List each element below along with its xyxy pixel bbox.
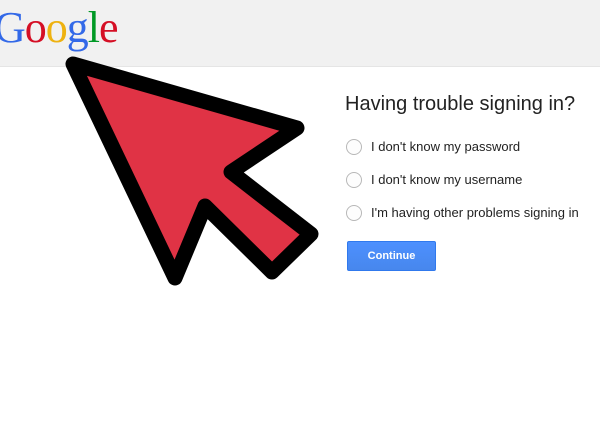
option-forgot-password[interactable]: I don't know my password bbox=[345, 130, 600, 163]
logo-letter: l bbox=[87, 3, 100, 52]
option-label: I'm having other problems signing in bbox=[371, 205, 579, 220]
radio-button[interactable] bbox=[346, 138, 362, 155]
logo-letter: e bbox=[99, 3, 119, 52]
continue-button[interactable]: Continue bbox=[347, 241, 436, 271]
google-logo[interactable]: Google bbox=[0, 0, 119, 56]
logo-letter: o bbox=[45, 3, 68, 52]
option-other-problems[interactable]: I'm having other problems signing in bbox=[345, 196, 600, 229]
page: Google Having trouble signing in? I don'… bbox=[0, 0, 600, 425]
arrow-shape bbox=[65, 56, 319, 286]
option-label: I don't know my username bbox=[371, 172, 523, 187]
logo-letter: o bbox=[24, 3, 47, 52]
page-title: Having trouble signing in? bbox=[345, 93, 576, 115]
logo-letter: g bbox=[66, 3, 89, 52]
logo-letter: G bbox=[0, 3, 26, 52]
radio-button[interactable] bbox=[346, 171, 362, 188]
radio-button[interactable] bbox=[346, 204, 362, 221]
header-bar: Google bbox=[0, 0, 600, 67]
option-forgot-username[interactable]: I don't know my username bbox=[345, 163, 600, 196]
recovery-options: I don't know my password I don't know my… bbox=[345, 130, 600, 229]
option-label: I don't know my password bbox=[371, 139, 521, 154]
recovery-form: Having trouble signing in? I don't know … bbox=[345, 86, 600, 271]
